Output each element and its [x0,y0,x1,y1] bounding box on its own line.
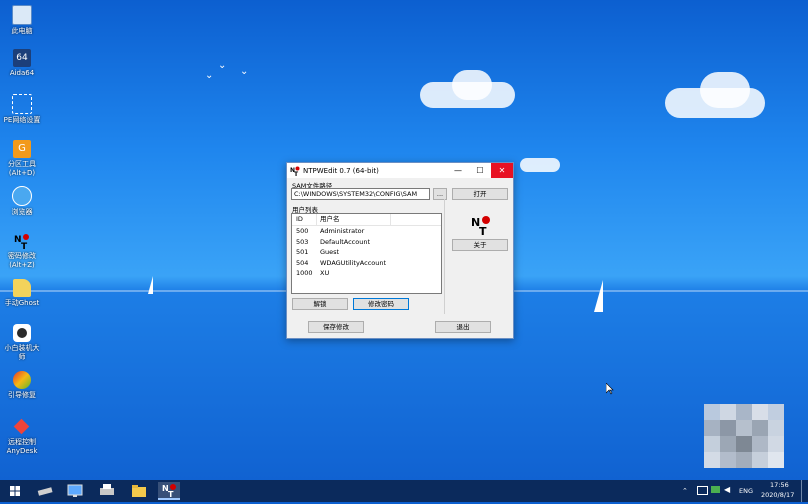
svg-text:T: T [21,242,28,250]
divider [444,199,445,314]
ghost-icon [13,279,31,297]
taskbar-ntpwedit-icon[interactable]: NT [158,482,180,500]
printer-icon[interactable] [96,482,118,500]
taskbar: NT ⌃ ◀ ENG 17:56 2020/8/17 [0,480,808,502]
about-button[interactable]: 关于 [452,239,508,251]
user-list[interactable]: ID 用户名 500 Administrator 503 DefaultAccoun… [291,213,442,294]
tray-app-icon[interactable] [711,486,720,493]
desktop-icon-computer[interactable]: 此电脑 [0,5,44,36]
sailboat-small [148,276,153,294]
file-explorer-icon[interactable] [128,482,150,500]
ntpwedit-window[interactable]: NT NTPWEdit 0.7 (64-bit) — ☐ ✕ SAM文件路径 C… [286,162,514,339]
maximize-icon[interactable]: ☐ [469,163,491,178]
sailboat-large [594,280,603,312]
aida64-icon: 64 [13,49,31,67]
desktop-icon-network[interactable]: PE网络设置 [0,94,44,125]
column-username-header[interactable]: 用户名 [316,214,391,225]
browser-icon [12,186,32,206]
xiaobai-icon [13,324,31,342]
desktop-icon-xiaobai[interactable]: 小白装机大 师 [0,324,44,362]
open-button[interactable]: 打开 [452,188,508,200]
svg-text:T: T [294,171,299,176]
svg-text:T: T [479,225,487,236]
window-titlebar[interactable]: NT NTPWEdit 0.7 (64-bit) — ☐ ✕ [287,163,513,178]
drive-icon[interactable] [34,482,56,500]
ntpwedit-app-icon: NT [290,165,300,178]
network-tray-icon[interactable] [697,486,708,495]
change-password-button[interactable]: 修改密码 [353,298,409,310]
anydesk-icon [13,418,31,436]
clock-time[interactable]: 17:56 [770,481,789,489]
desktop-icon-ntpwedit[interactable]: NT 密码修改 (Alt+Z) [0,232,44,270]
start-button[interactable] [4,482,26,500]
ntpwedit-icon: NT [13,232,31,252]
list-item[interactable]: 501 Guest [292,247,441,258]
user-list-header: ID 用户名 [292,214,441,226]
unlock-button[interactable]: 解锁 [292,298,348,310]
blurred-region [704,404,784,468]
show-desktop-button[interactable] [801,480,802,502]
list-item[interactable]: 503 DefaultAccount [292,237,441,248]
desktop-icon-anydesk[interactable]: 远程控制 AnyDesk [0,418,44,456]
minimize-icon[interactable]: — [447,163,469,178]
chevron-up-icon[interactable]: ⌃ [682,487,688,495]
desktop-icon-browser[interactable]: 浏览器 [0,186,44,217]
computer-icon [12,5,32,25]
ntpwedit-logo-icon: NT [470,214,492,238]
mouse-cursor-icon [605,380,614,399]
list-item[interactable]: 504 WDAGUtilityAccount [292,258,441,269]
list-item[interactable]: 1000 XU [292,268,441,279]
sam-path-input[interactable]: C:\WINDOWS\SYSTEM32\CONFIG\SAM [291,188,430,200]
svg-text:T: T [168,490,174,498]
diskgenius-icon: G [13,140,31,158]
close-icon[interactable]: ✕ [491,163,513,178]
desktop-icon-diskgenius[interactable]: G 分区工具 (Alt+D) [0,140,44,178]
volume-icon[interactable]: ◀ [724,485,730,494]
boot-repair-icon [13,371,31,389]
clock-date[interactable]: 2020/8/17 [761,491,794,499]
column-id-header[interactable]: ID [292,214,316,225]
desktop-icon-ghost[interactable]: 手动Ghost [0,279,44,308]
language-indicator[interactable]: ENG [739,487,753,495]
monitor-icon[interactable] [64,482,86,500]
window-title: NTPWEdit 0.7 (64-bit) [303,166,379,175]
desktop-icon-boot-repair[interactable]: 引导修复 [0,371,44,400]
list-item[interactable]: 500 Administrator [292,226,441,237]
desktop-icon-aida64[interactable]: 64 Aida64 [0,49,44,78]
network-icon [12,94,32,114]
save-changes-button[interactable]: 保存修改 [308,321,364,333]
exit-button[interactable]: 退出 [435,321,491,333]
